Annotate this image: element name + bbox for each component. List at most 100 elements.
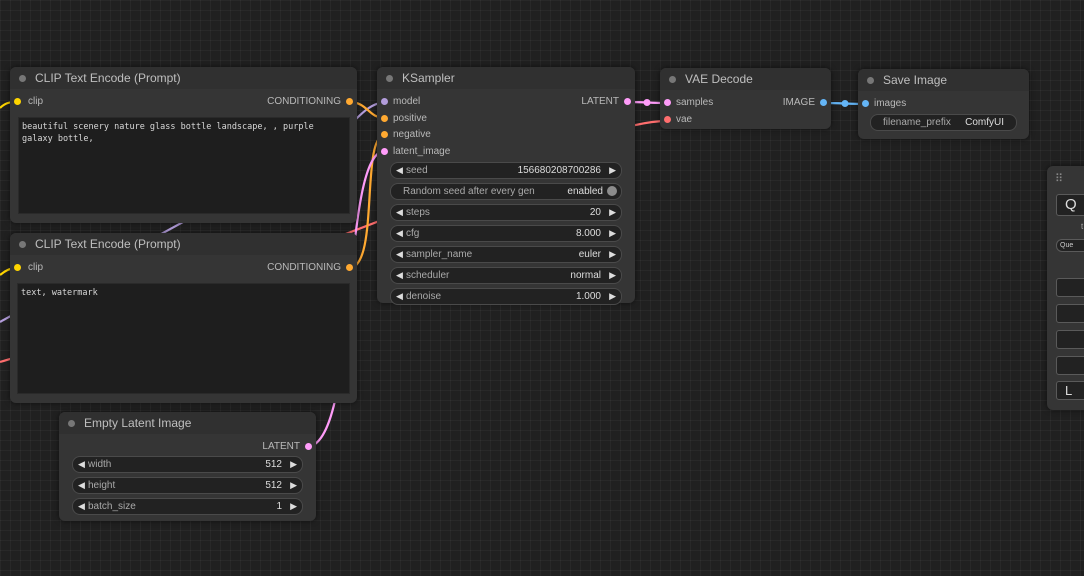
previous-arrow-icon[interactable]: ◀ [396,247,403,262]
increment-arrow-icon[interactable]: ▶ [609,226,616,241]
latent-image-input-label: latent_image [393,145,451,157]
conditioning-output-label: CONDITIONING [267,96,341,107]
model-input-label: model [393,96,421,107]
positive-input-socket-icon[interactable] [381,114,388,122]
increment-arrow-icon[interactable]: ▶ [290,499,297,514]
sampler-name-combo-widget[interactable]: ◀ sampler_name euler ▶ [390,245,622,263]
slot-row-model: model LATENT [377,94,635,110]
collapse-dot-icon[interactable] [386,75,393,82]
latent-output-socket-icon[interactable] [305,443,312,450]
slot-row-negative: negative [377,127,635,143]
slot-row-samples: samples IMAGE [660,95,831,111]
queue-front-label: Que [1060,242,1074,249]
increment-arrow-icon[interactable]: ▶ [290,478,297,493]
decrement-arrow-icon[interactable]: ◀ [78,478,85,493]
decrement-arrow-icon[interactable]: ◀ [396,289,403,304]
filename-prefix-text-widget[interactable]: filename_prefix ComfyUI [870,114,1017,131]
clip-input-label: clip [28,262,44,273]
slot-row-positive: positive [377,111,635,127]
prompt-text-field[interactable]: beautiful scenery nature glass bottle la… [18,117,350,214]
previous-arrow-icon[interactable]: ◀ [396,268,403,283]
clip-text-encode-negative-node[interactable]: CLIP Text Encode (Prompt) clip CONDITION… [10,233,357,403]
drag-handle-icon[interactable]: ⠿ [1055,172,1063,185]
queue-menu-panel: ⠿ Q t Que L [1047,166,1084,410]
widget-name: steps [406,206,430,218]
widget-value: normal [570,269,601,281]
menu-button-4[interactable] [1056,356,1084,375]
widget-value: 512 [265,459,282,470]
node-title-bar[interactable]: VAE Decode [660,68,831,90]
node-title-bar[interactable]: Empty Latent Image [59,412,316,434]
height-number-widget[interactable]: ◀ height 512 ▶ [72,477,303,494]
batch-size-number-widget[interactable]: ◀ batch_size 1 ▶ [72,498,303,515]
menu-button-1[interactable] [1056,278,1084,297]
decrement-arrow-icon[interactable]: ◀ [396,163,403,178]
increment-arrow-icon[interactable]: ▶ [609,289,616,304]
increment-arrow-icon[interactable]: ▶ [290,457,297,472]
denoise-number-widget[interactable]: ◀ denoise 1.000 ▶ [390,287,622,305]
clip-input-socket-icon[interactable] [14,264,21,271]
vae-decode-node[interactable]: VAE Decode samples IMAGE vae [660,68,831,129]
images-input-socket-icon[interactable] [862,100,869,107]
collapse-dot-icon[interactable] [68,420,75,427]
toggle-knob-icon[interactable] [607,185,617,196]
node-title-bar[interactable]: CLIP Text Encode (Prompt) [10,233,357,255]
samples-input-label: samples [676,97,714,108]
vae-input-label: vae [676,114,693,125]
clip-input-socket-icon[interactable] [14,98,21,105]
decrement-arrow-icon[interactable]: ◀ [78,457,85,472]
conditioning-output-socket-icon[interactable] [346,98,353,105]
cfg-number-widget[interactable]: ◀ cfg 8.000 ▶ [390,224,622,242]
node-title-bar[interactable]: Save Image [858,69,1029,91]
collapse-dot-icon[interactable] [19,241,26,248]
node-title-bar[interactable]: KSampler [377,67,635,89]
queue-front-button[interactable]: Que [1056,239,1084,252]
collapse-dot-icon[interactable] [669,76,676,83]
decrement-arrow-icon[interactable]: ◀ [396,226,403,241]
latent-image-input-socket-icon[interactable] [381,147,388,155]
decrement-arrow-icon[interactable]: ◀ [78,499,85,514]
prompt-text-field[interactable]: text, watermark [17,283,350,394]
negative-input-label: negative [393,129,431,140]
widget-name: width [88,459,112,470]
next-arrow-icon[interactable]: ▶ [609,268,616,283]
empty-latent-image-node[interactable]: Empty Latent Image LATENT ◀ width 512 ▶ … [59,412,316,521]
negative-input-socket-icon[interactable] [381,131,388,138]
save-image-node[interactable]: Save Image images filename_prefix ComfyU… [858,69,1029,139]
widget-name: Random seed after every gen [403,185,535,197]
widget-value: ComfyUI [965,117,1004,128]
increment-arrow-icon[interactable]: ▶ [609,163,616,178]
model-input-socket-icon[interactable] [381,98,388,105]
conditioning-output-socket-icon[interactable] [346,264,353,271]
width-number-widget[interactable]: ◀ width 512 ▶ [72,456,303,473]
collapse-dot-icon[interactable] [19,75,26,82]
collapse-dot-icon[interactable] [867,77,874,84]
scheduler-combo-widget[interactable]: ◀ scheduler normal ▶ [390,266,622,284]
decrement-arrow-icon[interactable]: ◀ [396,205,403,220]
load-button[interactable]: L [1056,381,1084,400]
widget-name: sampler_name [406,248,473,260]
widget-name: denoise [406,290,442,302]
widget-value: 156680208700286 [517,164,601,176]
node-title: Empty Latent Image [84,416,192,430]
node-title-bar[interactable]: CLIP Text Encode (Prompt) [10,67,357,89]
seed-number-widget[interactable]: ◀ seed 156680208700286 ▶ [390,161,622,179]
widget-value: euler [578,248,601,260]
menu-button-3[interactable] [1056,330,1084,349]
vae-input-socket-icon[interactable] [664,116,671,123]
menu-button-2[interactable] [1056,304,1084,323]
image-output-socket-icon[interactable] [820,99,827,106]
next-arrow-icon[interactable]: ▶ [609,247,616,262]
queue-prompt-button[interactable]: Q [1056,194,1084,216]
latent-output-label: LATENT [581,96,619,107]
conditioning-output-label: CONDITIONING [267,262,341,273]
samples-input-socket-icon[interactable] [664,99,671,106]
image-output-label: IMAGE [782,97,815,108]
random-seed-toggle[interactable]: Random seed after every gen enabled [390,182,622,200]
slot-row-latent-image: latent_image [377,144,635,160]
steps-number-widget[interactable]: ◀ steps 20 ▶ [390,203,622,221]
clip-text-encode-positive-node[interactable]: CLIP Text Encode (Prompt) clip CONDITION… [10,67,357,223]
latent-output-socket-icon[interactable] [624,98,631,105]
ksampler-node[interactable]: KSampler model LATENT positive negative … [377,67,635,305]
increment-arrow-icon[interactable]: ▶ [609,205,616,220]
